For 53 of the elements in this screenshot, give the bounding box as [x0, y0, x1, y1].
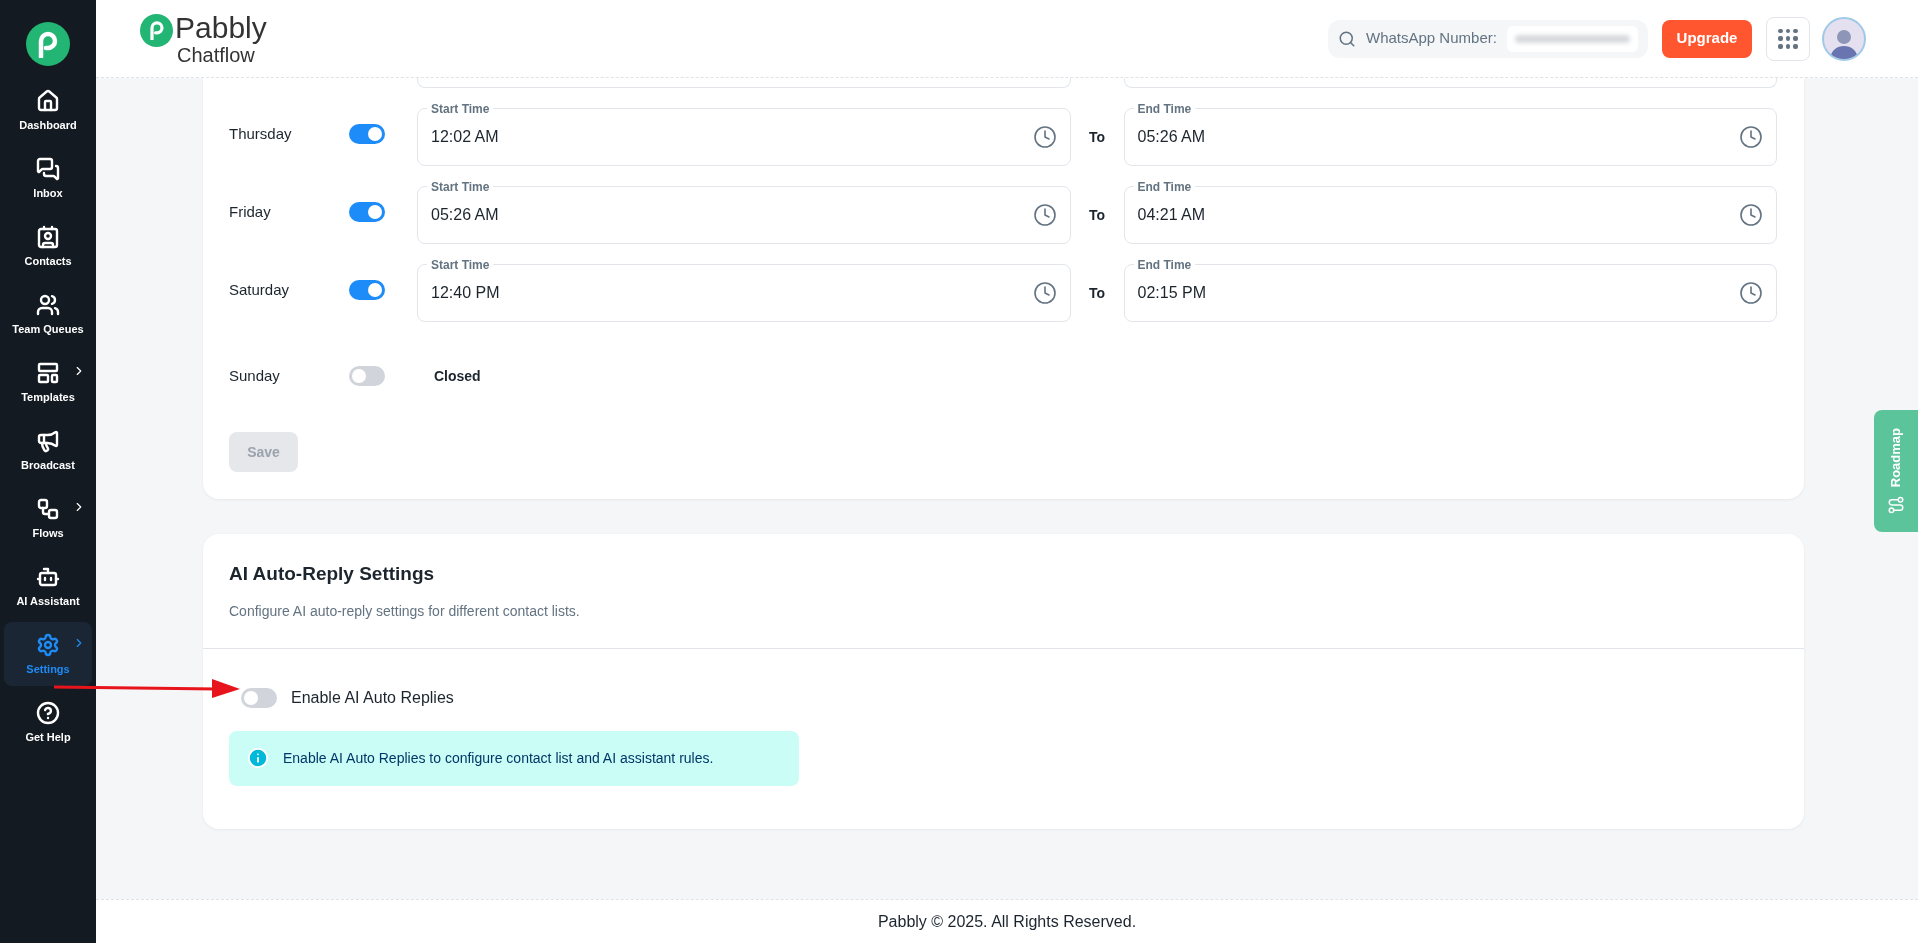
toggle-label: Enable AI Auto Replies [291, 687, 454, 708]
to-label: To [1087, 205, 1107, 225]
apps-grid-icon[interactable] [1766, 16, 1810, 61]
info-alert: Enable AI Auto Replies to configure contact list and AI assistant rules. [229, 730, 799, 786]
clock-icon [1739, 203, 1763, 227]
sidebar-item[interactable]: Settings [4, 622, 92, 686]
route-icon [1887, 495, 1905, 514]
toggle-switch[interactable] [349, 366, 385, 386]
sidebar-item[interactable]: Inbox [4, 146, 92, 210]
avatar[interactable] [1822, 16, 1866, 61]
settings-icon [36, 632, 60, 657]
sidebar-item[interactable]: Dashboard [4, 78, 92, 142]
clock-icon [1032, 125, 1057, 149]
sidebar-item[interactable]: AI Assistant [4, 554, 92, 618]
day-label: Friday [229, 201, 272, 222]
whatsapp-number-field[interactable]: WhatsApp Number: [1328, 19, 1648, 58]
section-title: AI Auto-Reply Settings [229, 562, 436, 586]
people-icon [36, 292, 60, 317]
day-label: Thursday [229, 123, 293, 144]
sidebar-item[interactable]: Templates [4, 350, 92, 414]
contact-card-icon [36, 224, 60, 249]
toggle-switch[interactable] [241, 687, 277, 708]
chat-bubbles-icon [36, 156, 60, 181]
logo-icon[interactable] [26, 22, 70, 66]
toggle-switch[interactable] [349, 202, 385, 222]
info-icon [247, 747, 269, 769]
sidebar-item[interactable]: Team Queues [4, 282, 92, 346]
sidebar-item[interactable]: Flows [4, 486, 92, 550]
search-icon [1338, 29, 1356, 48]
day-label: Saturday [229, 279, 291, 300]
clock-icon [1739, 281, 1763, 305]
sidebar-item[interactable]: Get Help [4, 690, 92, 754]
sidebar-item[interactable]: Contacts [4, 214, 92, 278]
toggle-switch[interactable] [349, 280, 385, 300]
clock-icon [1032, 203, 1057, 227]
sidebar-item[interactable]: Broadcast [4, 418, 92, 482]
copyright-text: Pabbly © 2025. All Rights Reserved. [877, 911, 1137, 932]
time-field[interactable] [1123, 78, 1777, 88]
time-field[interactable] [417, 78, 1071, 88]
flow-icon [36, 496, 60, 521]
to-label: To [1087, 283, 1107, 303]
layout-icon [36, 360, 60, 385]
day-label: Sunday [229, 365, 281, 386]
help-icon [36, 700, 60, 725]
megaphone-icon [36, 428, 60, 453]
closed-label: Closed [434, 366, 481, 386]
section-description: Configure AI auto-reply settings for different contact lists. [229, 601, 581, 621]
clock-icon [1032, 281, 1057, 305]
to-label: To [1087, 127, 1107, 147]
clock-icon [1739, 125, 1763, 149]
toggle-switch[interactable] [349, 124, 385, 144]
brand-logo[interactable]: Pabbly Chatflow [140, 11, 267, 66]
home-icon [36, 88, 60, 113]
